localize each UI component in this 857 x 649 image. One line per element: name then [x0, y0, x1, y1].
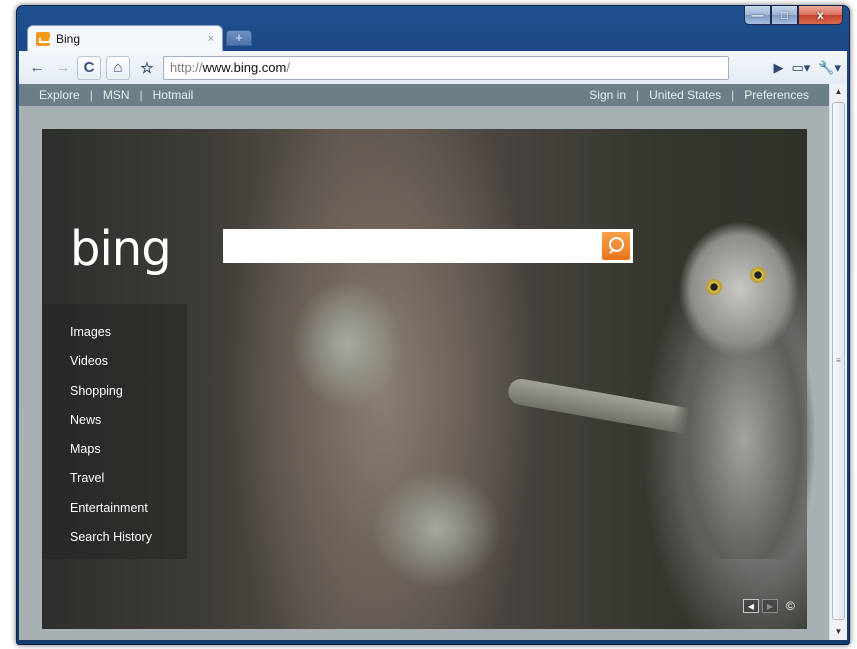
browser-window: — □ x Bing × + ← → C ⌂ ☆ http://www.bing…: [16, 5, 850, 645]
minimize-button[interactable]: —: [744, 6, 771, 25]
home-button[interactable]: ⌂: [106, 55, 130, 80]
maximize-button[interactable]: □: [771, 6, 798, 25]
link-hotmail[interactable]: Hotmail: [153, 88, 194, 102]
bing-favicon-icon: [36, 31, 51, 46]
nav-images[interactable]: Images: [42, 318, 187, 347]
url-scheme: http://: [170, 60, 203, 75]
search-input[interactable]: [223, 229, 602, 263]
nav-news[interactable]: News: [42, 406, 187, 435]
url-host: www.bing.com: [202, 60, 287, 75]
nav-maps[interactable]: Maps: [42, 435, 187, 464]
link-preferences[interactable]: Preferences: [744, 88, 809, 102]
hero-controls: ◀ ▶ ©: [743, 599, 795, 613]
nav-panel: Images Videos Shopping News Maps Travel …: [42, 304, 187, 559]
bookmark-star-icon[interactable]: ☆: [135, 56, 159, 80]
vertical-scrollbar[interactable]: ▲ ≡ ▼: [829, 84, 847, 640]
grip-icon: ≡: [836, 356, 841, 365]
hero-image: bing Images Videos Shopping News Maps Tr…: [42, 129, 814, 629]
nav-search-history[interactable]: Search History: [42, 523, 187, 552]
bing-logo[interactable]: bing: [70, 221, 172, 277]
scrollbar-thumb[interactable]: ≡: [832, 102, 845, 620]
previous-image-button[interactable]: ◀: [743, 599, 759, 613]
window-controls: — □ x: [744, 6, 843, 25]
copyright-icon[interactable]: ©: [786, 599, 795, 613]
bing-topbar: Explore | MSN | Hotmail Sign in | United…: [19, 84, 829, 106]
page-viewport: Explore | MSN | Hotmail Sign in | United…: [19, 84, 829, 640]
link-msn[interactable]: MSN: [103, 88, 130, 102]
owl-image: [654, 199, 814, 559]
tools-menu-button[interactable]: 🔧▾: [818, 60, 841, 76]
search-icon[interactable]: [602, 232, 630, 260]
close-button[interactable]: x: [798, 6, 843, 25]
owl-eye: [750, 267, 766, 283]
nav-videos[interactable]: Videos: [42, 347, 187, 376]
link-sign-in[interactable]: Sign in: [589, 88, 626, 102]
owl-eye: [706, 279, 722, 295]
link-explore[interactable]: Explore: [39, 88, 80, 102]
search-box: [223, 229, 633, 263]
address-bar[interactable]: http://www.bing.com /: [163, 55, 729, 80]
nav-travel[interactable]: Travel: [42, 464, 187, 493]
go-button[interactable]: ▶: [773, 60, 783, 76]
next-image-button[interactable]: ▶: [762, 599, 778, 613]
lichen-decoration: [292, 279, 402, 409]
tab-title: Bing: [56, 31, 81, 46]
page-menu-button[interactable]: ▭▾: [791, 60, 810, 76]
new-tab-button[interactable]: +: [226, 30, 252, 46]
nav-shopping[interactable]: Shopping: [42, 377, 187, 406]
forward-button[interactable]: →: [51, 56, 75, 80]
scroll-down-icon[interactable]: ▼: [830, 624, 847, 640]
reload-button[interactable]: C: [77, 55, 101, 80]
toolbar-right: ▶ ▭▾ 🔧▾: [773, 60, 841, 76]
topbar-right: Sign in | United States | Preferences: [589, 88, 809, 102]
browser-tab[interactable]: Bing ×: [27, 25, 223, 51]
browser-toolbar: ← → C ⌂ ☆ http://www.bing.com / ▶ ▭▾ 🔧▾: [19, 51, 847, 84]
nav-entertainment[interactable]: Entertainment: [42, 494, 187, 523]
scroll-up-icon[interactable]: ▲: [830, 84, 847, 100]
url-path: /: [286, 60, 290, 75]
back-button[interactable]: ←: [25, 56, 49, 80]
lichen-decoration: [372, 469, 502, 589]
link-united-states[interactable]: United States: [649, 88, 721, 102]
tab-close-icon[interactable]: ×: [208, 33, 214, 45]
